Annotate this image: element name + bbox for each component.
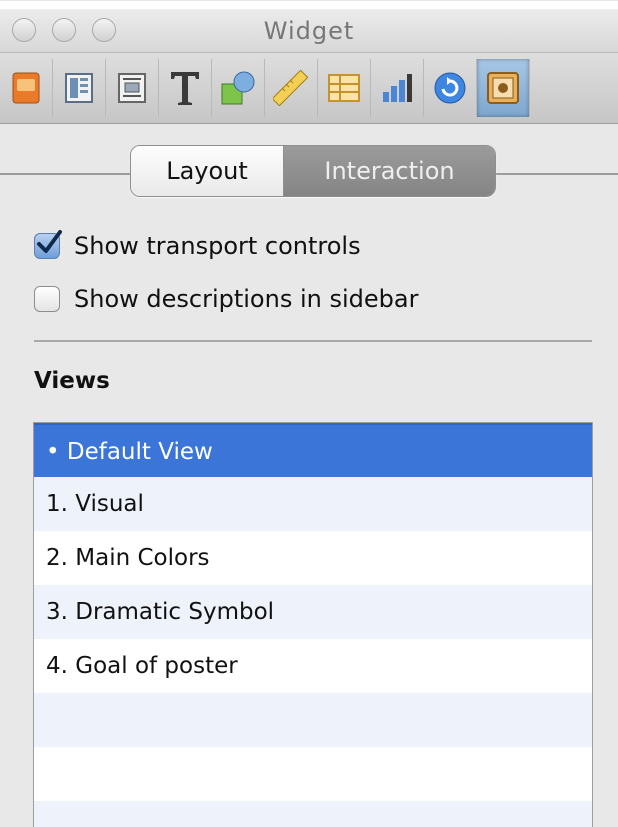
widget-inspector-button[interactable]: [477, 59, 530, 117]
table-inspector-button[interactable]: [318, 59, 371, 117]
tab-interaction[interactable]: Interaction: [284, 146, 495, 196]
empty-list-row: [34, 747, 592, 801]
empty-list-row: [34, 801, 592, 827]
list-item[interactable]: 2. Main Colors: [34, 531, 592, 585]
chart-inspector-button[interactable]: [371, 59, 424, 117]
show-descriptions-checkbox[interactable]: [34, 286, 60, 312]
tab-layout[interactable]: Layout: [131, 146, 284, 196]
list-item[interactable]: • Default View: [34, 423, 592, 477]
document-inspector-icon: [12, 72, 40, 104]
wrap-inspector-button[interactable]: [106, 59, 159, 117]
text-inspector-icon: [171, 72, 199, 105]
layout-inspector-icon: [65, 73, 93, 103]
metrics-inspector-icon: [273, 70, 309, 106]
text-inspector-button[interactable]: [159, 59, 212, 117]
window-title: Widget: [263, 17, 355, 45]
widget-inspector-icon: [487, 72, 519, 104]
metrics-inspector-button[interactable]: [265, 59, 318, 117]
list-item[interactable]: 1. Visual: [34, 477, 592, 531]
table-inspector-icon: [328, 74, 360, 102]
section-divider: [34, 340, 592, 342]
inspector-toolbar: [0, 52, 618, 124]
layout-inspector-button[interactable]: [53, 59, 106, 117]
document-inspector-button[interactable]: [0, 59, 53, 117]
show-descriptions-option[interactable]: Show descriptions in sidebar: [34, 281, 418, 317]
wrap-inspector-icon: [118, 73, 146, 103]
show-transport-controls-option[interactable]: Show transport controls: [34, 228, 361, 264]
show-transport-controls-label: Show transport controls: [74, 232, 361, 260]
chart-inspector-icon: [383, 74, 412, 102]
list-item[interactable]: 3. Dramatic Symbol: [34, 585, 592, 639]
checkmark-icon: [37, 230, 62, 253]
empty-list-row: [34, 693, 592, 747]
inspector-tab-control: Layout Interaction: [130, 145, 496, 197]
link-inspector-button[interactable]: [424, 59, 477, 117]
graphic-inspector-button[interactable]: [212, 59, 265, 117]
list-item[interactable]: 4. Goal of poster: [34, 639, 592, 693]
show-transport-controls-checkbox[interactable]: [34, 230, 62, 259]
show-descriptions-label: Show descriptions in sidebar: [74, 285, 419, 313]
title-bar: Widget: [0, 1, 618, 53]
link-inspector-icon: [434, 72, 466, 104]
graphic-inspector-icon: [221, 71, 255, 105]
views-heading: Views: [34, 368, 110, 394]
views-list[interactable]: • Default View 1. Visual 2. Main Colors …: [33, 422, 593, 827]
